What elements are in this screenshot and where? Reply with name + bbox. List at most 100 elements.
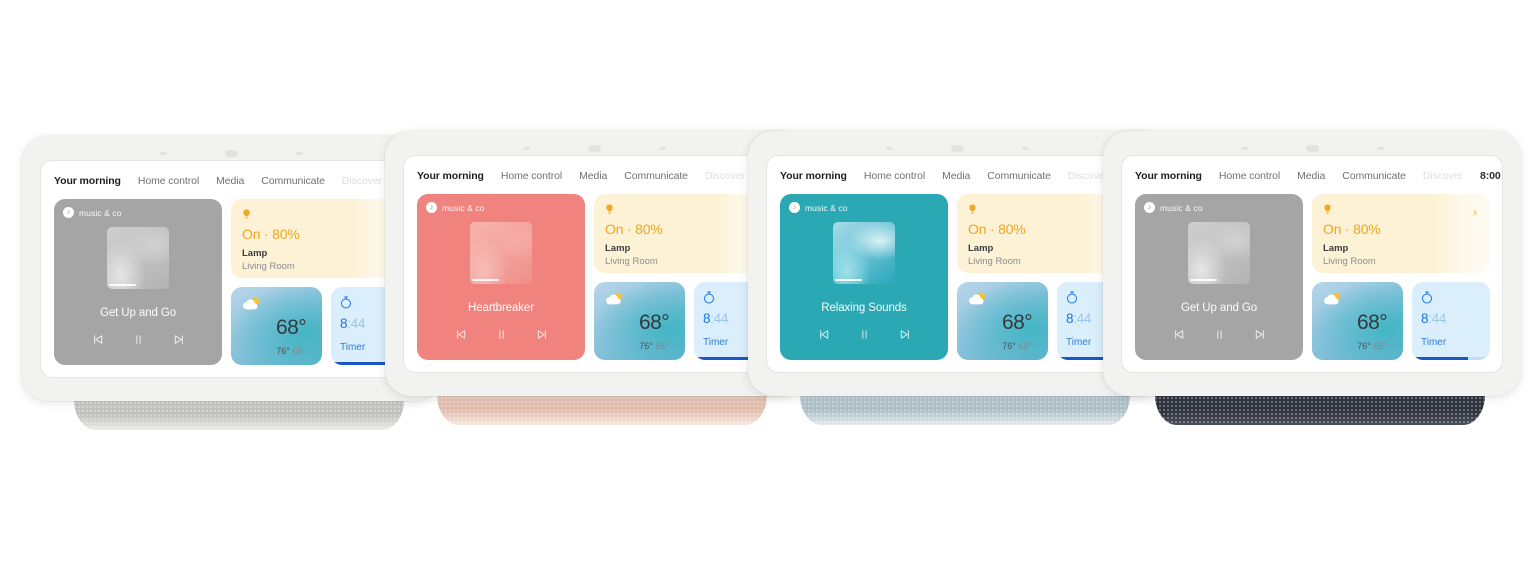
- tab-discover[interactable]: Discover: [705, 170, 745, 182]
- album-art-accent-bar: [1190, 278, 1217, 281]
- weather-high-low: 76° 65°: [639, 341, 669, 351]
- tab-communicate[interactable]: Communicate: [261, 175, 325, 187]
- tab-discover[interactable]: Discover: [342, 175, 382, 187]
- album-art: [470, 222, 532, 284]
- media-player-card[interactable]: ♪ music & co Get Up and Go: [54, 199, 222, 365]
- tab-bar: Your morning Home control Media Communic…: [780, 167, 1146, 185]
- tab-media[interactable]: Media: [942, 170, 970, 182]
- track-title: Get Up and Go: [99, 307, 177, 319]
- tab-home-control[interactable]: Home control: [501, 170, 562, 182]
- pause-icon[interactable]: [1213, 328, 1226, 341]
- timer-icon: [1422, 291, 1432, 304]
- lamp-state-label: On · 80%: [968, 221, 1026, 237]
- skip-previous-icon[interactable]: [455, 328, 468, 341]
- track-title: Get Up and Go: [1180, 302, 1258, 314]
- smart-display-device-charcoal[interactable]: Your morning Home control Media Communic…: [1103, 131, 1521, 425]
- tab-communicate[interactable]: Communicate: [987, 170, 1051, 182]
- album-art-graphic: [470, 222, 532, 284]
- timer-label: Timer: [1066, 337, 1092, 348]
- tab-communicate[interactable]: Communicate: [624, 170, 688, 182]
- chevron-right-icon[interactable]: ›: [1473, 206, 1477, 218]
- album-art: [107, 227, 169, 289]
- lamp-control-card[interactable]: On · 80% Lamp Living Room ›: [1312, 194, 1490, 273]
- lamp-card-content: On · 80% Lamp Living Room: [1312, 194, 1490, 273]
- device-screen: Your morning Home control Media Communic…: [767, 156, 1147, 372]
- weather-card[interactable]: 68° 76° 65°: [231, 287, 322, 365]
- album-art: [833, 222, 895, 284]
- skip-next-icon[interactable]: [1253, 328, 1266, 341]
- tab-media[interactable]: Media: [1297, 170, 1325, 182]
- sun-behind-cloud-icon: [243, 297, 260, 310]
- transport-controls: [455, 328, 548, 341]
- skip-previous-icon[interactable]: [818, 328, 831, 341]
- tab-media[interactable]: Media: [579, 170, 607, 182]
- lamp-room-name: Living Room: [968, 255, 1021, 267]
- skip-previous-icon[interactable]: [1173, 328, 1186, 341]
- tab-your-morning[interactable]: Your morning: [1135, 170, 1202, 182]
- media-player-card[interactable]: ♪ music & co Relaxing Sounds: [780, 194, 948, 360]
- tab-home-control[interactable]: Home control: [864, 170, 925, 182]
- tab-media[interactable]: Media: [216, 175, 244, 187]
- media-brand-label: music & co: [1160, 202, 1203, 213]
- timer-label: Timer: [703, 337, 729, 348]
- tab-bar: Your morning Home control Media Communic…: [1135, 167, 1501, 185]
- music-badge-icon: ♪: [1144, 202, 1155, 213]
- weather-card[interactable]: 68° 76° 65°: [594, 282, 685, 360]
- tab-home-control[interactable]: Home control: [138, 175, 199, 187]
- tab-discover[interactable]: Discover: [1423, 170, 1463, 182]
- smart-display-device-chalk[interactable]: Your morning Home control Media Communic…: [22, 136, 440, 430]
- tab-discover[interactable]: Discover: [1068, 170, 1108, 182]
- device-screen: Your morning Home control Media Communic…: [1122, 156, 1502, 372]
- media-player-card[interactable]: ♪ music & co Get Up and Go: [1135, 194, 1303, 360]
- weather-high-low: 76° 65°: [276, 346, 306, 356]
- timer-icon: [1067, 291, 1077, 304]
- tab-bar: Your morning Home control Media Communic…: [54, 172, 420, 190]
- tab-communicate[interactable]: Communicate: [1342, 170, 1406, 182]
- smart-display-device-sand[interactable]: Your morning Home control Media Communic…: [385, 131, 803, 425]
- weather-low: 65°: [1373, 341, 1387, 351]
- media-brand: ♪ music & co: [789, 202, 848, 213]
- album-art-graphic: [107, 227, 169, 289]
- tab-bar: Your morning Home control Media Communic…: [417, 167, 783, 185]
- weather-current-temp: 68°: [1357, 310, 1388, 334]
- lamp-device-name: Lamp: [605, 243, 631, 254]
- timer-seconds: 44: [1431, 311, 1447, 326]
- lamp-state-label: On · 80%: [1323, 221, 1381, 237]
- timer-card[interactable]: 8:44 Timer: [1412, 282, 1490, 360]
- album-art-accent-bar: [472, 278, 499, 281]
- light-bulb-icon: [606, 204, 613, 215]
- lamp-control-card[interactable]: On · 80% Lamp Living Room ›: [594, 194, 772, 273]
- tab-your-morning[interactable]: Your morning: [54, 175, 121, 187]
- weather-high-low: 76° 65°: [1357, 341, 1387, 351]
- media-brand: ♪ music & co: [1144, 202, 1203, 213]
- dashboard-content: ♪ music & co Get Up and Go On · 80% Lamp…: [54, 199, 409, 365]
- weather-current-temp: 68°: [276, 315, 307, 339]
- tab-your-morning[interactable]: Your morning: [780, 170, 847, 182]
- dashboard-content: ♪ music & co Get Up and Go On · 80% Lamp…: [1135, 194, 1490, 360]
- tab-home-control[interactable]: Home control: [1219, 170, 1280, 182]
- lamp-card-content: On · 80% Lamp Living Room: [231, 199, 409, 278]
- weather-card[interactable]: 68° 76° 65°: [957, 282, 1048, 360]
- pause-icon[interactable]: [495, 328, 508, 341]
- weather-high-low: 76° 65°: [1002, 341, 1032, 351]
- music-badge-icon: ♪: [426, 202, 437, 213]
- album-art-accent-bar: [109, 283, 136, 286]
- pause-icon[interactable]: [858, 328, 871, 341]
- weather-card[interactable]: 68° 76° 65°: [1312, 282, 1403, 360]
- timer-icon: [704, 291, 714, 304]
- lamp-room-name: Living Room: [605, 255, 658, 267]
- tab-your-morning[interactable]: Your morning: [417, 170, 484, 182]
- lamp-state-label: On · 80%: [242, 226, 300, 242]
- pause-icon[interactable]: [132, 333, 145, 346]
- skip-next-icon[interactable]: [535, 328, 548, 341]
- lamp-control-card[interactable]: On · 80% Lamp Living Room ›: [231, 199, 409, 278]
- album-art-graphic: [1188, 222, 1250, 284]
- widgets-column: On · 80% Lamp Living Room ›: [594, 194, 772, 360]
- lamp-device-name: Lamp: [1323, 243, 1349, 254]
- skip-next-icon[interactable]: [898, 328, 911, 341]
- timer-progress-fill: [1412, 357, 1469, 360]
- album-art-accent-bar: [835, 278, 862, 281]
- skip-next-icon[interactable]: [172, 333, 185, 346]
- skip-previous-icon[interactable]: [92, 333, 105, 346]
- media-player-card[interactable]: ♪ music & co Heartbreaker: [417, 194, 585, 360]
